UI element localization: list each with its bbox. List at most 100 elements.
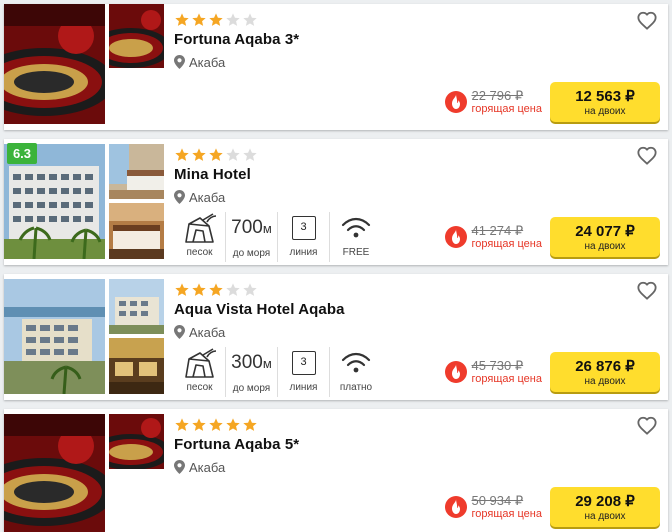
hotel-card[interactable]: Fortuna Aqaba 5* Акаба 50 934 ₽ горящая … bbox=[4, 409, 668, 532]
star-filled-icon bbox=[174, 12, 190, 28]
hotel-location: Акаба bbox=[174, 459, 225, 475]
favorite-heart-icon[interactable] bbox=[636, 415, 658, 435]
star-filled-icon bbox=[191, 417, 207, 433]
wifi-icon bbox=[341, 352, 371, 374]
location-text: Акаба bbox=[189, 459, 226, 475]
hotel-name[interactable]: Fortuna Aqaba 3* bbox=[174, 31, 299, 48]
hotel-location: Акаба bbox=[174, 189, 225, 205]
price-value: 12 563 ₽ bbox=[575, 87, 635, 105]
hotel-photo-thumb[interactable] bbox=[109, 338, 164, 394]
line-number-box: 3 bbox=[291, 216, 316, 240]
hotel-photo-main[interactable] bbox=[4, 4, 105, 124]
price-block: 41 274 ₽ горящая цена 24 077 ₽ на двоих bbox=[445, 217, 660, 257]
favorite-heart-icon[interactable] bbox=[636, 10, 658, 30]
beach-type: песок bbox=[174, 347, 226, 397]
hotel-photo-thumb[interactable] bbox=[109, 144, 164, 199]
price-button[interactable]: 12 563 ₽ на двоих bbox=[550, 82, 660, 122]
hotel-photo-thumb[interactable] bbox=[109, 414, 164, 469]
hotel-photo-main[interactable] bbox=[4, 414, 105, 532]
hotel-location: Акаба bbox=[174, 324, 225, 340]
price-value: 26 876 ₽ bbox=[575, 357, 635, 375]
hotel-name[interactable]: Mina Hotel bbox=[174, 166, 251, 183]
beach-line: 3 линия bbox=[278, 212, 330, 262]
price-for-two: на двоих bbox=[584, 510, 626, 522]
location-text: Акаба bbox=[189, 54, 226, 70]
line-number-box: 3 bbox=[291, 351, 316, 375]
star-filled-icon bbox=[174, 282, 190, 298]
star-filled-icon bbox=[208, 12, 224, 28]
old-price: 41 274 ₽ bbox=[471, 223, 524, 238]
star-empty-icon bbox=[225, 147, 241, 163]
star-empty-icon bbox=[242, 282, 258, 298]
location-text: Акаба bbox=[189, 324, 226, 340]
star-filled-icon bbox=[191, 282, 207, 298]
hotel-location: Акаба bbox=[174, 54, 225, 70]
price-for-two: на двоих bbox=[584, 240, 626, 252]
favorite-heart-icon[interactable] bbox=[636, 145, 658, 165]
old-price: 22 796 ₽ bbox=[471, 88, 524, 103]
price-block: 45 730 ₽ горящая цена 26 876 ₽ на двоих bbox=[445, 352, 660, 392]
wifi: FREE bbox=[330, 212, 382, 262]
amenities-row: песок 300м до моря 3 линия платно bbox=[174, 347, 382, 397]
hot-price-label: горящая цена bbox=[471, 508, 542, 520]
hotel-photo-thumb[interactable] bbox=[109, 279, 164, 334]
star-rating bbox=[174, 417, 258, 433]
hot-price-fire-icon bbox=[445, 91, 468, 113]
location-pin-icon bbox=[174, 325, 185, 339]
location-pin-icon bbox=[174, 55, 185, 69]
hot-price-fire-icon bbox=[445, 361, 468, 383]
old-price: 45 730 ₽ bbox=[471, 358, 524, 373]
hotel-name[interactable]: Fortuna Aqaba 5* bbox=[174, 436, 299, 453]
hot-price-fire-icon bbox=[445, 496, 468, 518]
location-text: Акаба bbox=[189, 189, 226, 205]
star-filled-icon bbox=[208, 282, 224, 298]
favorite-heart-icon[interactable] bbox=[636, 280, 658, 300]
star-empty-icon bbox=[225, 282, 241, 298]
star-empty-icon bbox=[242, 12, 258, 28]
wifi-icon bbox=[341, 217, 371, 239]
hotel-card[interactable]: Fortuna Aqaba 3* Акаба 22 796 ₽ горящая … bbox=[4, 4, 668, 130]
star-filled-icon bbox=[225, 417, 241, 433]
star-filled-icon bbox=[191, 12, 207, 28]
price-button[interactable]: 29 208 ₽ на двоих bbox=[550, 487, 660, 527]
hotel-card[interactable]: Aqua Vista Hotel Aqaba Акаба песок 300м … bbox=[4, 274, 668, 400]
hot-price-label: горящая цена bbox=[471, 238, 542, 250]
hot-price-label: горящая цена bbox=[471, 373, 542, 385]
star-filled-icon bbox=[174, 147, 190, 163]
hotel-card[interactable]: 6.3 Mina Hotel Акаба песок 700м до моря … bbox=[4, 139, 668, 265]
beach-line: 3 линия bbox=[278, 347, 330, 397]
price-button[interactable]: 26 876 ₽ на двоих bbox=[550, 352, 660, 392]
hot-price-fire-icon bbox=[445, 226, 468, 248]
star-filled-icon bbox=[242, 417, 258, 433]
price-for-two: на двоих bbox=[584, 375, 626, 387]
price-button[interactable]: 24 077 ₽ на двоих bbox=[550, 217, 660, 257]
wifi: платно bbox=[330, 347, 382, 397]
star-empty-icon bbox=[242, 147, 258, 163]
beach-sand-icon bbox=[183, 347, 217, 379]
star-filled-icon bbox=[174, 417, 190, 433]
hotel-name[interactable]: Aqua Vista Hotel Aqaba bbox=[174, 301, 345, 318]
beach-sand-icon bbox=[183, 212, 217, 244]
price-block: 22 796 ₽ горящая цена 12 563 ₽ на двоих bbox=[445, 82, 660, 122]
star-filled-icon bbox=[191, 147, 207, 163]
star-filled-icon bbox=[208, 147, 224, 163]
star-rating bbox=[174, 147, 258, 163]
hotel-photo-thumb[interactable] bbox=[109, 203, 164, 259]
guest-rating-badge: 6.3 bbox=[7, 143, 37, 164]
distance-to-sea: 300м до моря bbox=[226, 347, 278, 397]
price-value: 29 208 ₽ bbox=[575, 492, 635, 510]
star-rating bbox=[174, 282, 258, 298]
hot-price-label: горящая цена bbox=[471, 103, 542, 115]
star-empty-icon bbox=[225, 12, 241, 28]
hotel-photo-main[interactable] bbox=[4, 279, 105, 394]
distance-to-sea: 700м до моря bbox=[226, 212, 278, 262]
price-block: 50 934 ₽ горящая цена 29 208 ₽ на двоих bbox=[445, 487, 660, 527]
price-value: 24 077 ₽ bbox=[575, 222, 635, 240]
star-rating bbox=[174, 12, 258, 28]
location-pin-icon bbox=[174, 190, 185, 204]
amenities-row: песок 700м до моря 3 линия FREE bbox=[174, 212, 382, 262]
beach-type: песок bbox=[174, 212, 226, 262]
hotel-photo-thumb[interactable] bbox=[109, 4, 164, 68]
old-price: 50 934 ₽ bbox=[471, 493, 524, 508]
star-filled-icon bbox=[208, 417, 224, 433]
